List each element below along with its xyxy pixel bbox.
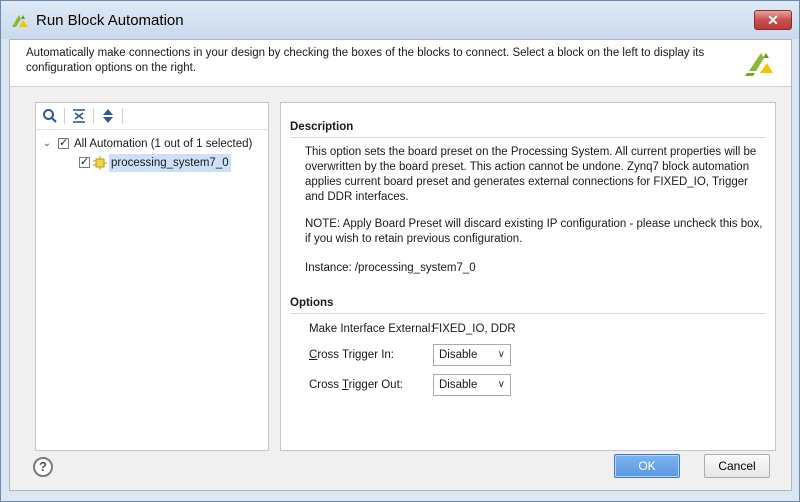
header-description-line: configuration options on the right. xyxy=(26,62,197,74)
description-paragraph-2: NOTE: Apply Board Preset will discard ex… xyxy=(305,217,765,247)
section-divider xyxy=(290,137,766,138)
cross-trigger-out-label: Cross Trigger Out: xyxy=(309,379,403,391)
toolbar-separator xyxy=(122,108,123,124)
vivado-logo-icon xyxy=(745,53,773,76)
header-description-line: Automatically make connections in your d… xyxy=(26,47,705,59)
make-interface-label: Make Interface External: xyxy=(309,323,434,335)
tree-root-row[interactable]: ⌄ ✓ All Automation (1 out of 1 selected) xyxy=(42,135,266,153)
chevron-down-icon[interactable]: ∨ xyxy=(498,375,505,395)
ok-button[interactable]: OK xyxy=(614,454,680,478)
cross-trigger-in-label: Cross Trigger In: xyxy=(309,349,394,361)
description-line: overwritten by the board preset. This ac… xyxy=(305,161,750,173)
description-line: applies current board preset and generat… xyxy=(305,176,748,188)
mnemonic-letter: T xyxy=(342,379,349,391)
select-value: Disable xyxy=(439,349,478,361)
header-panel: Automatically make connections in your d… xyxy=(10,40,791,87)
chevron-down-icon[interactable]: ∨ xyxy=(498,345,505,365)
select-value: Disable xyxy=(439,379,478,391)
instance-text: Instance: /processing_system7_0 xyxy=(305,262,476,274)
label-text: Cross xyxy=(309,379,343,391)
options-section-title: Options xyxy=(290,297,334,309)
collapse-all-icon[interactable] xyxy=(70,107,88,125)
description-line: and DDR interfaces. xyxy=(305,191,409,203)
tree-root-label: All Automation (1 out of 1 selected) xyxy=(74,138,253,150)
root-checkbox[interactable]: ✓ xyxy=(58,138,69,149)
cancel-button[interactable]: Cancel xyxy=(704,454,770,478)
dialog-body: Automatically make connections in your d… xyxy=(9,39,792,491)
chevron-down-icon[interactable]: ⌄ xyxy=(42,135,52,153)
header-description: Automatically make connections in your d… xyxy=(26,46,726,76)
label-text: ross Trigger In: xyxy=(317,349,395,361)
cross-trigger-in-select[interactable]: Disable ∨ xyxy=(433,344,511,366)
dialog-window: Run Block Automation ✕ Automatically mak… xyxy=(0,0,800,502)
description-line: if you wish to retain previous configura… xyxy=(305,233,523,245)
close-button[interactable]: ✕ xyxy=(754,10,792,30)
title-bar[interactable]: Run Block Automation ✕ xyxy=(1,1,799,39)
configuration-panel: Description This option sets the board p… xyxy=(280,102,776,451)
expand-all-icon[interactable] xyxy=(99,107,117,125)
description-line: This option sets the board preset on the… xyxy=(305,146,757,158)
description-line: NOTE: Apply Board Preset will discard ex… xyxy=(305,218,763,230)
description-paragraph-1: This option sets the board preset on the… xyxy=(305,145,765,205)
automation-tree-panel: ⌄ ✓ All Automation (1 out of 1 selected)… xyxy=(35,102,269,451)
section-divider xyxy=(290,313,766,314)
child-checkbox[interactable]: ✓ xyxy=(79,157,90,168)
label-text: rigger Out: xyxy=(348,379,403,391)
cross-trigger-out-select[interactable]: Disable ∨ xyxy=(433,374,511,396)
make-interface-value: FIXED_IO, DDR xyxy=(432,323,516,335)
description-section-title: Description xyxy=(290,121,354,133)
vivado-logo-icon xyxy=(12,15,28,27)
window-title: Run Block Automation xyxy=(36,12,184,29)
tree-child-row[interactable]: ✓ processing_system7_0 xyxy=(42,154,266,172)
tree-toolbar xyxy=(36,103,268,130)
search-icon[interactable] xyxy=(41,107,59,125)
toolbar-separator xyxy=(64,108,65,124)
ip-block-icon xyxy=(93,156,107,170)
tree-child-label[interactable]: processing_system7_0 xyxy=(109,154,231,172)
help-icon[interactable]: ? xyxy=(33,457,53,477)
toolbar-separator xyxy=(93,108,94,124)
